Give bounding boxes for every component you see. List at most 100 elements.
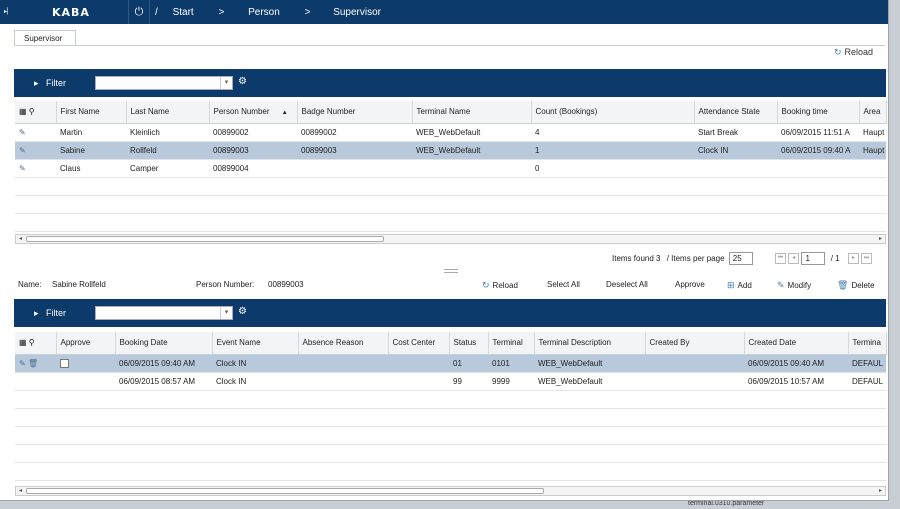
cell: 4 — [531, 123, 694, 142]
column-settings[interactable]: ▦ ⚲ — [15, 332, 57, 355]
table-row[interactable]: 06/09/2015 08:57 AM Clock IN 99 9999 WEB… — [15, 372, 886, 391]
scrollbar-thumb[interactable] — [26, 236, 384, 242]
edit-icon[interactable]: ✎ — [19, 128, 26, 137]
reload-button[interactable]: ↻ Reload — [834, 47, 873, 58]
column-settings[interactable]: ▦ ⚲ — [15, 101, 57, 124]
column-header[interactable]: Attendance State — [694, 101, 778, 124]
grid-icon[interactable]: ▦ — [19, 107, 27, 116]
column-header[interactable]: Terminal Description — [534, 332, 646, 355]
deselect-all-button[interactable]: Deselect All — [606, 280, 648, 289]
modify-button[interactable]: ✎ Modify — [777, 280, 811, 291]
detail-name-label: Name: — [18, 280, 42, 289]
edit-icon[interactable]: ✎ — [19, 164, 26, 173]
items-per-page-input[interactable]: 25 — [728, 252, 753, 265]
page-input[interactable]: 1 — [801, 252, 826, 265]
filter-select[interactable]: ▾ — [95, 76, 233, 90]
trash-icon[interactable]: 🗑 — [28, 359, 38, 368]
cell: Haupt — [859, 123, 886, 142]
filter-select[interactable]: ▾ — [95, 306, 233, 320]
column-header[interactable]: Booking time — [777, 101, 860, 124]
edit-icon[interactable]: ✎ — [19, 359, 26, 368]
prev-page-button[interactable]: ◂ — [788, 253, 800, 265]
column-header[interactable]: Last Name — [126, 101, 210, 124]
breadcrumb-sep: / — [155, 7, 158, 18]
scroll-left-icon[interactable]: ◂ — [16, 235, 25, 243]
column-header[interactable]: Cost Center — [388, 332, 450, 355]
tab-divider — [14, 45, 885, 46]
detail-pn: 00899003 — [268, 280, 304, 289]
filter-options-icon[interactable]: ⚙ — [238, 76, 247, 87]
column-header-sorted[interactable]: Person Number ▲ — [209, 101, 298, 124]
column-header[interactable]: Terminal — [488, 332, 535, 355]
tab-supervisor[interactable]: Supervisor — [14, 30, 76, 46]
table-row[interactable]: ✎ Claus Camper 00899004 0 — [15, 159, 886, 178]
filter-options-icon[interactable]: ⚙ — [238, 306, 247, 317]
logo: KABA — [52, 6, 90, 19]
detail-name: Sabine Rollfeld — [52, 280, 106, 289]
column-header[interactable]: Badge Number — [297, 101, 413, 124]
approve-checkbox[interactable] — [60, 358, 69, 368]
breadcrumb-supervisor[interactable]: Supervisor — [333, 7, 381, 18]
cell: 06/09/2015 09:40 A — [777, 141, 859, 160]
scrollbar-thumb[interactable] — [26, 488, 544, 494]
first-page-button[interactable]: ⏮ — [775, 253, 786, 265]
scroll-right-icon[interactable]: ▸ — [876, 487, 885, 495]
power-icon[interactable]: ⏻ — [128, 0, 150, 24]
column-header[interactable]: Created By — [645, 332, 745, 355]
column-header[interactable]: Terminal Name — [412, 101, 532, 124]
table-row-selected[interactable]: ✎ Sabine Rollfeld 00899003 00899003 WEB_… — [15, 141, 886, 160]
last-page-button[interactable]: ⏭ — [861, 253, 873, 265]
empty-row — [15, 195, 886, 214]
empty-row — [15, 213, 886, 232]
scroll-right-icon[interactable]: ▸ — [876, 235, 885, 243]
search-icon[interactable]: ⚲ — [29, 338, 35, 347]
table-row[interactable]: ✎ Martin Kleinlich 00899002 00899002 WEB… — [15, 123, 886, 142]
search-icon[interactable]: ⚲ — [29, 107, 35, 116]
column-header[interactable]: Area — [859, 101, 887, 124]
trash-icon: 🗑 — [837, 280, 849, 290]
column-header[interactable]: Booking Date — [115, 332, 213, 355]
breadcrumb-start[interactable]: Start — [173, 7, 194, 18]
panel-splitter[interactable] — [444, 269, 458, 273]
sidebar-toggle-icon[interactable]: ▸▏ — [4, 8, 12, 16]
items-per-page-label: / Items per page — [666, 254, 725, 263]
column-header[interactable]: Created Date — [744, 332, 849, 355]
column-header[interactable]: Termina — [848, 332, 887, 355]
scroll-left-icon[interactable]: ◂ — [16, 487, 25, 495]
table-row-selected[interactable]: ✎ 🗑 06/09/2015 09:40 AM Clock IN 01 0101… — [15, 354, 886, 373]
column-header[interactable]: Event Name — [212, 332, 299, 355]
chevron-down-icon[interactable]: ▾ — [220, 307, 232, 319]
add-button[interactable]: ⊞ Add — [727, 280, 752, 291]
filter-toggle[interactable]: ▸ Filter — [34, 308, 66, 319]
filter-toggle[interactable]: ▸ Filter — [34, 78, 66, 89]
cell: 00899002 — [297, 123, 412, 142]
delete-label: Delete — [851, 281, 875, 290]
chevron-down-icon[interactable]: ▾ — [220, 77, 232, 89]
breadcrumb-person[interactable]: Person — [248, 7, 280, 18]
delete-button[interactable]: 🗑 Delete — [837, 280, 875, 291]
approve-button[interactable]: Approve — [675, 280, 705, 289]
select-all-button[interactable]: Select All — [547, 280, 580, 289]
cell — [388, 372, 449, 391]
detail-pn-label: Person Number: — [196, 280, 255, 289]
cell — [412, 159, 531, 178]
grid-icon[interactable]: ▦ — [19, 338, 27, 347]
cell: 9999 — [488, 372, 534, 391]
column-header[interactable]: Status — [449, 332, 489, 355]
next-page-button[interactable]: ▸ — [847, 253, 859, 265]
cell: 01 — [449, 354, 488, 373]
cell — [859, 159, 886, 178]
column-header[interactable]: Approve — [56, 332, 116, 355]
horizontal-scrollbar[interactable]: ◂ ▸ — [15, 234, 886, 244]
cell — [297, 159, 412, 178]
column-header[interactable]: Count (Bookings) — [531, 101, 695, 124]
empty-row — [15, 426, 886, 445]
reload-bookings-button[interactable]: ↻ Reload — [482, 280, 518, 291]
column-header[interactable]: First Name — [56, 101, 127, 124]
cell: 99 — [449, 372, 488, 391]
app-window: ▸▏ KABA ⏻ / Start > Person > Supervisor … — [0, 0, 889, 501]
column-header[interactable]: Absence Reason — [298, 332, 389, 355]
cell: Camper — [126, 159, 209, 178]
horizontal-scrollbar[interactable]: ◂ ▸ — [15, 486, 886, 496]
edit-icon[interactable]: ✎ — [19, 146, 26, 155]
